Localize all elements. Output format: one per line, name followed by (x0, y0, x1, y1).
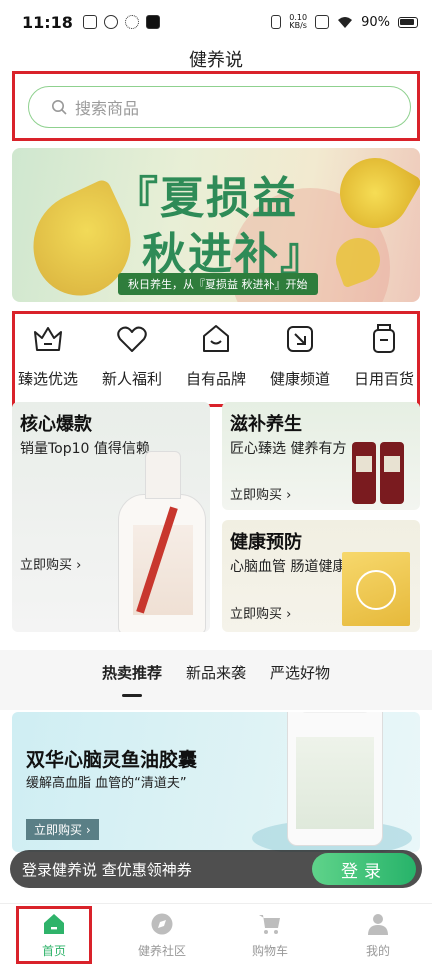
login-prompt-text: 登录健养说 查优惠领神券 (22, 860, 192, 879)
liquor-bottle-image (118, 451, 206, 632)
health-card[interactable]: 健康预防 心脑血管 肠道健康 立即购买 › (222, 520, 420, 632)
notification-circle-icon (103, 15, 118, 29)
buy-now-link[interactable]: 立即购买 › (230, 484, 291, 503)
nav-profile[interactable]: 我的 (324, 904, 432, 964)
home-smile-icon (203, 325, 229, 352)
vibrate-icon (271, 15, 282, 29)
card-subtitle: 销量Top10 值得信赖 (20, 441, 150, 457)
category-row: 臻选优选 新人福利 自有品牌 健康频道 日用百货 (0, 316, 432, 389)
card-subtitle: 心脑血管 肠道健康 (230, 559, 347, 575)
user-icon (368, 914, 388, 935)
search-input[interactable]: 搜索商品 (28, 86, 411, 128)
status-time: 11:18 (22, 12, 73, 32)
product-promo-card[interactable]: 双华心脑灵鱼油胶囊 缓解高血脂 血管的“清道夫” 立即购买 › (12, 712, 420, 852)
fish-oil-jar-image (287, 712, 383, 846)
arrow-box-icon (287, 326, 313, 352)
category-label: 日用百货 (353, 370, 414, 388)
tab-hot[interactable]: 热卖推荐 (102, 662, 162, 697)
promo-subtitle: 缓解高血脂 血管的“清道夫” (26, 776, 187, 791)
banner-subtitle: 秋日养生，从『夏损益 秋进补』开始 (118, 273, 318, 295)
sim-off-icon (315, 15, 330, 29)
notification-app-icon (82, 15, 97, 29)
notification-flower-icon (124, 15, 139, 29)
battery-percent: 90% (361, 14, 390, 30)
banner-headline-1: 『夏损益 (114, 173, 298, 224)
category-label: 臻选优选 (17, 370, 78, 388)
card-title: 核心爆款 (20, 414, 92, 435)
network-speed: 0.10 KB/s (289, 13, 308, 30)
card-subtitle: 匠心臻选 健养有方 (230, 441, 347, 457)
login-banner: 登录健养说 查优惠领神券 登录 (10, 850, 422, 888)
compass-icon (151, 913, 173, 935)
nav-community[interactable]: 健养社区 (108, 904, 216, 964)
supplement-box-image (342, 552, 410, 626)
category-item[interactable]: 新人福利 (90, 316, 174, 389)
jar-icon (373, 324, 395, 353)
category-item[interactable]: 自有品牌 (174, 316, 258, 389)
core-products-card[interactable]: 核心爆款 销量Top10 值得信赖 立即购买 › (12, 402, 210, 632)
search-placeholder: 搜索商品 (75, 99, 140, 118)
card-title: 健康预防 (230, 532, 302, 553)
promo-title: 双华心脑灵鱼油胶囊 (26, 749, 198, 771)
login-button[interactable]: 登录 (312, 853, 416, 885)
buy-now-button[interactable]: 立即购买 › (26, 819, 99, 840)
heart-icon (117, 326, 147, 352)
page-title: 健养说 (189, 50, 243, 71)
search-icon (52, 100, 67, 115)
category-item[interactable]: 日用百货 (342, 316, 426, 389)
tab-selected[interactable]: 严选好物 (270, 662, 330, 691)
cart-icon (259, 915, 280, 934)
nav-label: 健养社区 (137, 944, 186, 958)
category-label: 自有品牌 (185, 370, 246, 388)
category-label: 健康频道 (269, 370, 330, 388)
battery-icon (398, 16, 418, 28)
product-tabs: 热卖推荐 新品来袭 严选好物 (0, 650, 432, 710)
notification-icons (82, 15, 160, 29)
category-label: 新人福利 (101, 370, 162, 388)
card-title: 滋补养生 (230, 414, 302, 435)
category-item[interactable]: 健康频道 (258, 316, 342, 389)
tiktok-icon (145, 15, 160, 29)
tonic-vials-image (348, 440, 408, 504)
nav-label: 购物车 (251, 944, 288, 958)
promo-banner[interactable]: 『夏损益 秋进补』 秋日养生，从『夏损益 秋进补』开始 (12, 148, 420, 302)
category-item[interactable]: 臻选优选 (6, 316, 90, 389)
status-bar: 11:18 0.10 KB/s 90% (0, 0, 432, 44)
wifi-icon (338, 16, 353, 28)
nav-label: 我的 (365, 944, 390, 958)
home-nav-highlight-box (16, 906, 92, 964)
tab-new[interactable]: 新品来袭 (186, 662, 246, 691)
status-right: 0.10 KB/s 90% (271, 14, 418, 30)
crown-icon (34, 327, 62, 351)
buy-now-link[interactable]: 立即购买 › (230, 603, 291, 622)
buy-now-link[interactable]: 立即购买 › (20, 554, 81, 573)
nav-cart[interactable]: 购物车 (216, 904, 324, 964)
nourish-card[interactable]: 滋补养生 匠心臻选 健养有方 立即购买 › (222, 402, 420, 510)
